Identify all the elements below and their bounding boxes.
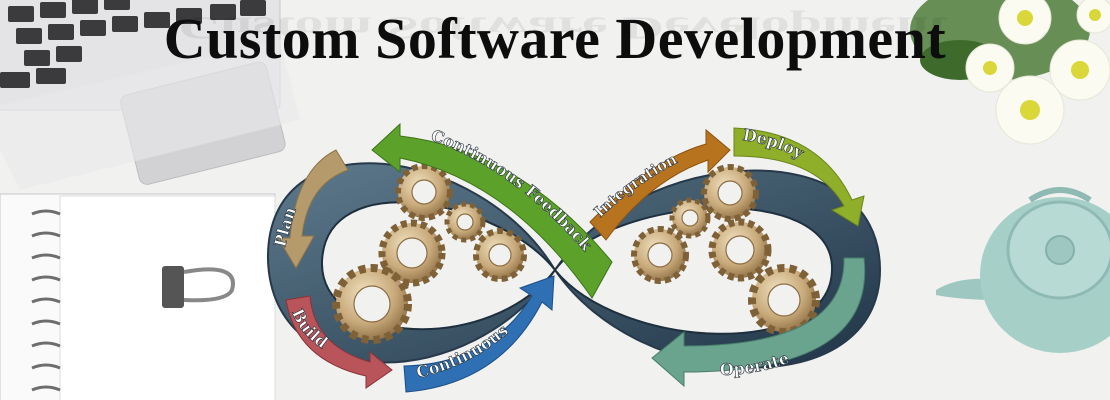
page-title: Custom Software Development <box>163 6 947 71</box>
banner: Continuous Feedback Integration Deploy P… <box>0 0 1110 400</box>
teapot-icon <box>936 187 1110 353</box>
notebook-icon <box>0 193 276 400</box>
